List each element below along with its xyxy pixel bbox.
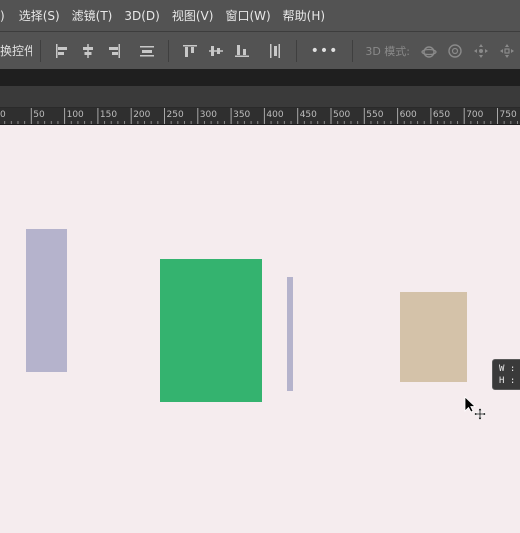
options-bar: 换控件 ••• 3D 模式: (0, 31, 520, 69)
ruler-label: 50 (33, 110, 45, 120)
menu-item-paren[interactable]: ) (0, 9, 13, 23)
ruler-label: 450 (299, 110, 317, 120)
ruler-label: 500 (333, 110, 351, 120)
ruler-label: 550 (366, 110, 384, 120)
roll-3d-camera-icon[interactable] (447, 43, 463, 59)
distribute-vertical-icon[interactable] (139, 43, 155, 59)
slide-3d-camera-icon[interactable] (499, 43, 515, 59)
align-horizontal-centers-icon[interactable] (80, 43, 96, 59)
ruler-label: 200 (133, 110, 151, 120)
horizontal-ruler[interactable]: 0 50 100 150 200 250 300 350 400 450 500 550 600 650 7… (0, 108, 520, 125)
document-tab-strip (0, 69, 520, 86)
ruler-label: 300 (199, 110, 217, 120)
ruler-label: 150 (99, 110, 118, 120)
align-left-edges-icon[interactable] (54, 43, 70, 59)
tooltip-height-label: H : (499, 376, 516, 386)
menu-item-3d[interactable]: 3D(D) (118, 9, 165, 23)
ruler-label: 600 (399, 110, 417, 120)
ruler-label: 100 (66, 110, 84, 120)
align-vertical-centers-icon[interactable] (208, 43, 224, 59)
ruler-label: 400 (266, 110, 284, 120)
menu-item-select[interactable]: 选择(S) (13, 7, 66, 24)
menu-item-help[interactable]: 帮助(H) (277, 7, 331, 24)
rect-tan[interactable] (400, 292, 467, 382)
move-cursor-icon (463, 396, 489, 424)
dimension-tooltip: W : H : (492, 359, 520, 390)
separator (39, 39, 41, 62)
menu-item-window[interactable]: 窗口(W) (219, 7, 276, 24)
rect-green[interactable] (160, 259, 262, 402)
separator (352, 39, 354, 62)
separator (295, 39, 297, 62)
ruler-label: 250 (166, 110, 184, 120)
menu-item-view[interactable]: 视图(V) (166, 7, 220, 24)
rect-lavender-thin[interactable] (287, 277, 293, 391)
orbit-3d-camera-icon[interactable] (421, 43, 437, 59)
3d-mode-label: 3D 模式: (365, 44, 410, 58)
menu-item-filter[interactable]: 滤镜(T) (66, 7, 119, 24)
distribute-horizontal-icon[interactable] (267, 43, 283, 59)
document-bar (0, 86, 520, 108)
rect-lavender-left[interactable] (26, 229, 67, 372)
more-options-button[interactable]: ••• (311, 43, 339, 59)
ruler-label: 350 (233, 110, 251, 120)
ruler-label: 650 (432, 110, 451, 120)
ruler-label: 750 (499, 110, 517, 120)
align-top-edges-icon[interactable] (182, 43, 198, 59)
separator (167, 39, 169, 62)
align-bottom-edges-icon[interactable] (234, 43, 250, 59)
document-canvas[interactable] (0, 125, 520, 533)
menu-bar: ) 选择(S) 滤镜(T) 3D(D) 视图(V) 窗口(W) 帮助(H) (0, 0, 520, 31)
tooltip-width-label: W : (499, 364, 516, 374)
ruler-label: 700 (466, 110, 484, 120)
align-right-edges-icon[interactable] (106, 43, 122, 59)
pan-3d-camera-icon[interactable] (473, 43, 489, 59)
transform-controls-label[interactable]: 换控件 (0, 42, 32, 59)
ruler-label: 0 (0, 110, 6, 120)
